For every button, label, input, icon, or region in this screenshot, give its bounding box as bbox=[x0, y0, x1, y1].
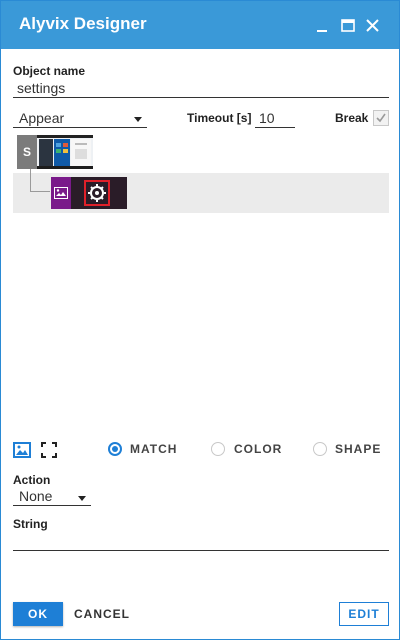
image-icon[interactable] bbox=[13, 442, 31, 463]
timeout-label: Timeout [s] bbox=[187, 111, 252, 125]
radio-shape-label: SHAPE bbox=[335, 442, 382, 456]
string-label: String bbox=[13, 517, 48, 531]
tree-connector bbox=[30, 169, 31, 191]
break-label: Break bbox=[335, 111, 369, 125]
radio-shape[interactable] bbox=[313, 442, 327, 456]
title-bar[interactable]: Alyvix Designer bbox=[1, 1, 399, 49]
break-checkbox[interactable] bbox=[373, 110, 389, 126]
designer-window: Alyvix Designer Object name settings App… bbox=[0, 0, 400, 640]
object-name-label: Object name bbox=[13, 64, 86, 78]
radio-color-label: COLOR bbox=[234, 442, 283, 456]
root-badge: S bbox=[17, 135, 37, 169]
timeout-underline bbox=[255, 127, 295, 128]
object-name-underline bbox=[13, 97, 389, 98]
edit-button[interactable]: EDIT bbox=[339, 602, 389, 626]
maximize-icon[interactable] bbox=[337, 13, 359, 37]
action-select-underline bbox=[13, 505, 91, 506]
fullscreen-icon[interactable] bbox=[41, 442, 57, 463]
object-name-input[interactable]: settings bbox=[17, 80, 65, 96]
ok-button[interactable]: OK bbox=[13, 602, 63, 626]
radio-color[interactable] bbox=[211, 442, 225, 456]
radio-match[interactable] bbox=[108, 442, 122, 456]
minimize-icon[interactable] bbox=[312, 13, 334, 37]
image-icon bbox=[54, 187, 68, 199]
mode-select-value[interactable]: Appear bbox=[19, 110, 64, 126]
cancel-button[interactable]: CANCEL bbox=[74, 607, 130, 621]
action-select-value[interactable]: None bbox=[19, 488, 52, 504]
action-label: Action bbox=[13, 473, 51, 487]
string-underline bbox=[13, 550, 389, 551]
root-screen-node[interactable]: S bbox=[17, 135, 93, 169]
radio-match-label: MATCH bbox=[130, 442, 178, 456]
timeout-input[interactable]: 10 bbox=[259, 110, 275, 126]
window-title: Alyvix Designer bbox=[19, 14, 147, 33]
mode-select-underline bbox=[13, 127, 147, 128]
screen-thumbnail bbox=[37, 135, 93, 169]
component-node-settings[interactable] bbox=[51, 177, 127, 209]
close-icon[interactable] bbox=[362, 13, 384, 37]
tree-connector-branch bbox=[30, 191, 50, 192]
settings-gear-thumbnail bbox=[71, 177, 127, 209]
image-type-badge bbox=[51, 177, 71, 209]
